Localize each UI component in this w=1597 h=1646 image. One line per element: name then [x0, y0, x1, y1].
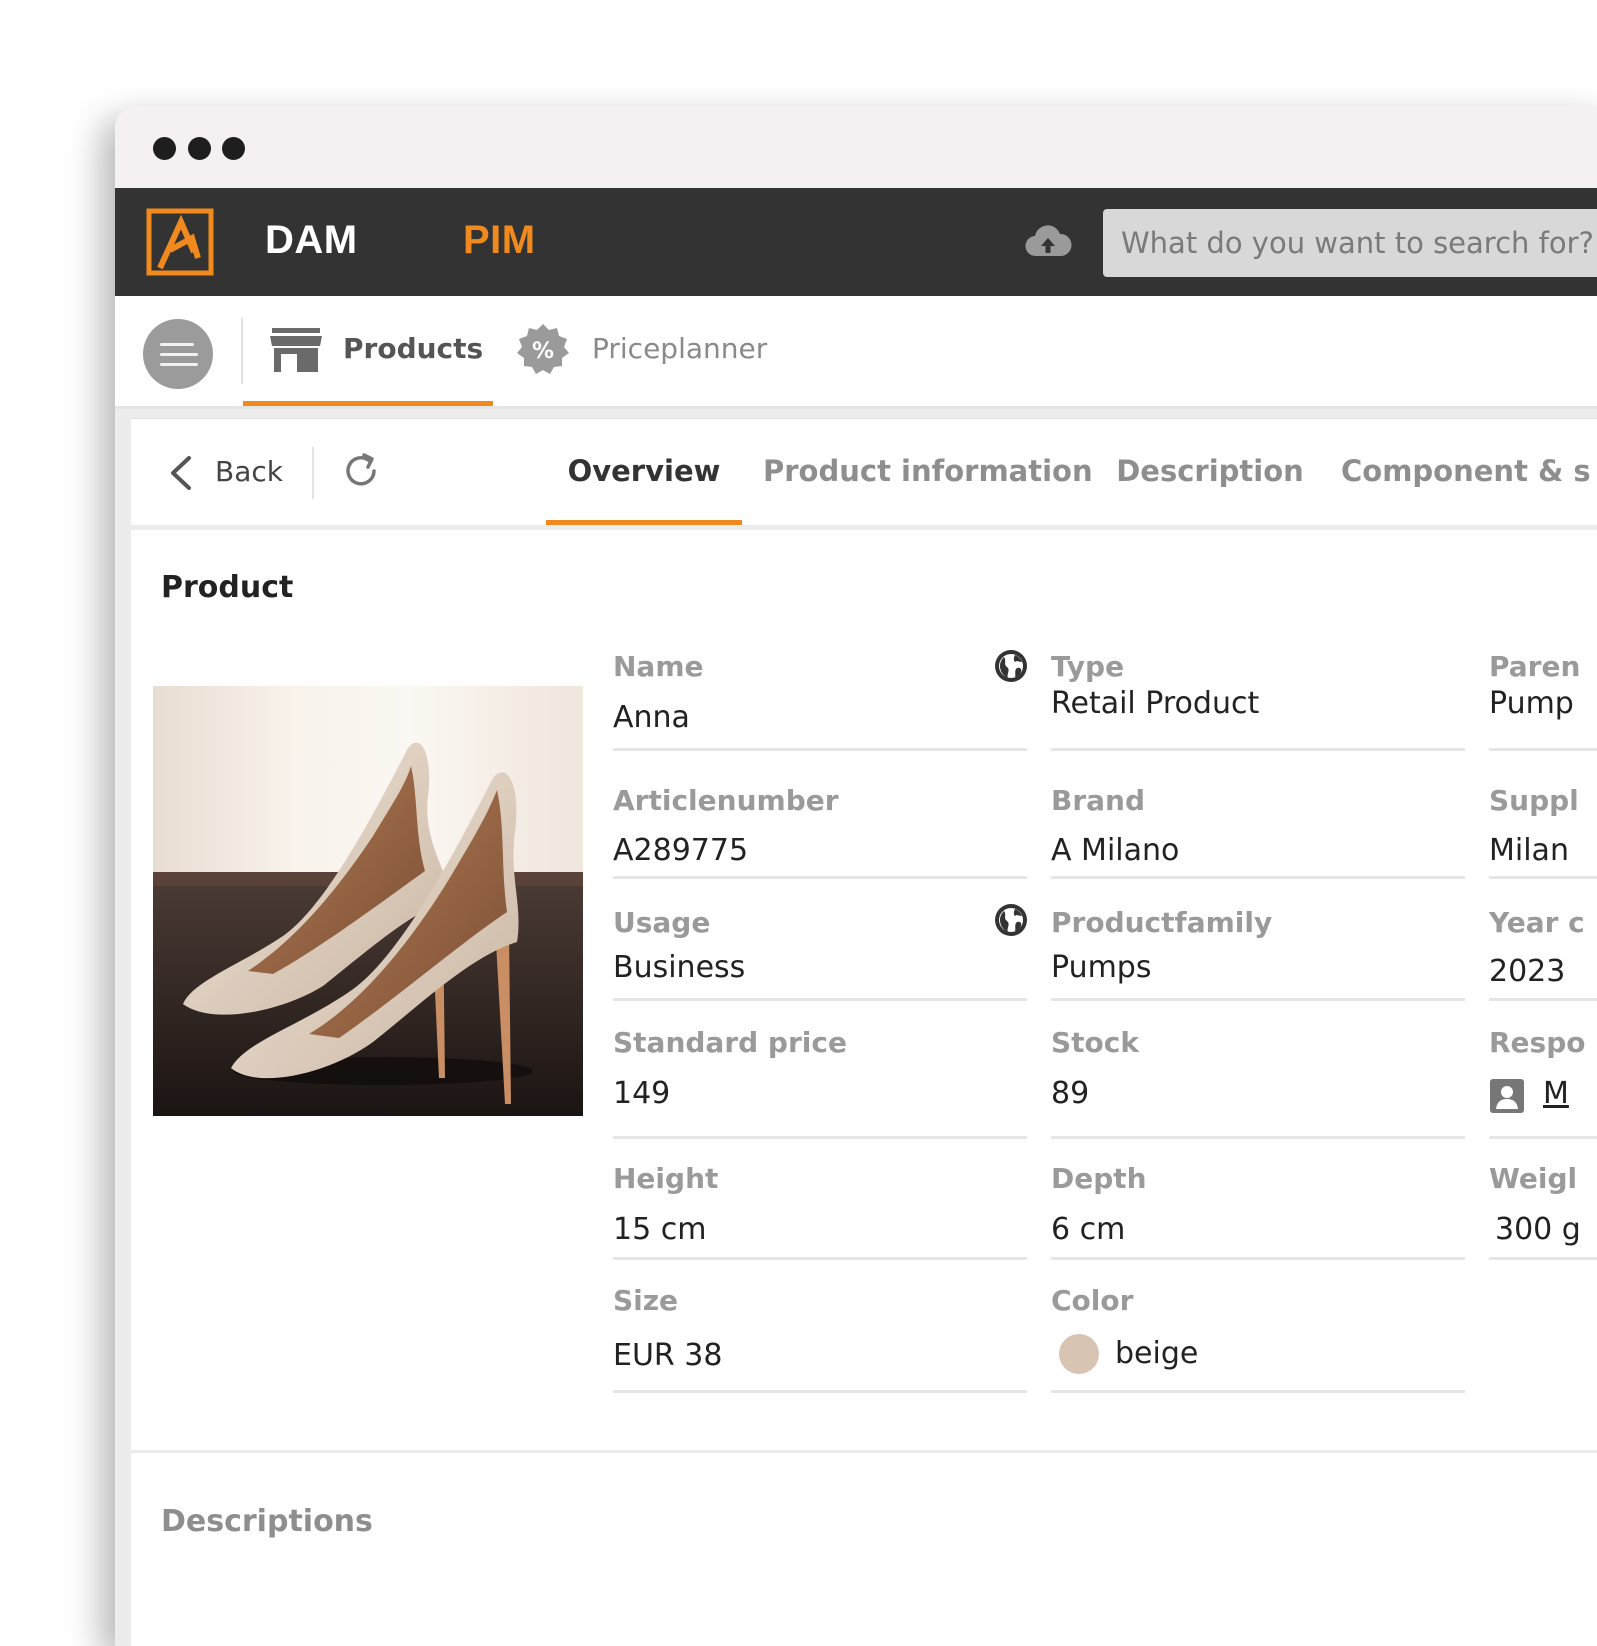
user-icon: [1490, 1079, 1524, 1113]
search-input[interactable]: [1103, 209, 1597, 277]
field-year[interactable]: Year c 2023: [1489, 906, 1597, 1001]
tab-product-information[interactable]: Product information: [763, 419, 1093, 525]
menu-line-1: [160, 343, 194, 346]
active-indicator: [546, 520, 742, 525]
tab-overview-label: Overview: [567, 454, 721, 488]
field-value: Pumps: [1051, 950, 1152, 985]
field-label: Color: [1051, 1284, 1134, 1317]
field-value: A Milano: [1051, 833, 1180, 868]
window-dot-1[interactable]: [153, 137, 176, 160]
field-stock[interactable]: Stock 89: [1051, 1026, 1465, 1139]
field-value: Business: [613, 950, 746, 985]
field-value: 149: [613, 1076, 671, 1111]
field-articlenumber[interactable]: Articlenumber A289775: [613, 784, 1027, 879]
field-supplier[interactable]: Suppl Milan: [1489, 784, 1597, 879]
product-panel: Product Name Anna Articlenumber A289775 …: [131, 530, 1597, 1646]
field-productfamily[interactable]: Productfamily Pumps: [1051, 906, 1465, 1001]
field-label: Articlenumber: [613, 784, 839, 817]
percent-badge-icon: %: [517, 324, 569, 374]
field-value: 2023: [1489, 954, 1566, 989]
store-icon: [270, 328, 322, 372]
section-title-descriptions: Descriptions: [161, 1504, 373, 1539]
field-value: 89: [1051, 1076, 1090, 1111]
field-value: Pump: [1489, 686, 1574, 721]
module-tab-products[interactable]: Products: [243, 296, 493, 406]
window-dot-2[interactable]: [188, 137, 211, 160]
app-logo-icon[interactable]: [146, 208, 214, 276]
field-weight[interactable]: Weigl 300 g: [1489, 1162, 1597, 1260]
nav-dam[interactable]: DAM: [265, 218, 358, 263]
tab-component-label: Component & s: [1341, 454, 1591, 488]
svg-text:%: %: [532, 339, 554, 364]
field-usage[interactable]: Usage Business: [613, 906, 1027, 1001]
field-value: 6 cm: [1051, 1212, 1126, 1247]
field-label: Usage: [613, 906, 711, 939]
top-navigation-bar: DAM PIM: [115, 188, 1597, 296]
cloud-upload-icon[interactable]: [1024, 224, 1072, 260]
globe-icon[interactable]: [993, 902, 1029, 938]
field-label: Depth: [1051, 1162, 1147, 1195]
field-label: Stock: [1051, 1026, 1140, 1059]
back-label: Back: [215, 455, 283, 488]
tab-product-information-label: Product information: [763, 454, 1093, 488]
tab-description[interactable]: Description: [1115, 419, 1305, 525]
active-indicator: [243, 401, 493, 406]
field-responsible[interactable]: Respo M: [1489, 1026, 1597, 1139]
field-value: EUR 38: [613, 1338, 723, 1373]
window-dot-3[interactable]: [222, 137, 245, 160]
color-swatch: [1059, 1334, 1099, 1374]
field-brand[interactable]: Brand A Milano: [1051, 784, 1465, 879]
globe-icon[interactable]: [993, 648, 1029, 684]
module-tab-priceplanner[interactable]: % Priceplanner: [515, 296, 785, 406]
field-label: Size: [613, 1284, 679, 1317]
field-value: Milan: [1489, 833, 1569, 868]
field-label: Suppl: [1489, 784, 1579, 817]
field-value: Retail Product: [1051, 686, 1260, 721]
field-value: A289775: [613, 833, 749, 868]
field-label: Type: [1051, 650, 1125, 683]
field-label: Brand: [1051, 784, 1146, 817]
menu-button[interactable]: [143, 319, 213, 389]
tab-overview[interactable]: Overview: [546, 419, 742, 525]
field-name[interactable]: Name Anna: [613, 650, 1027, 751]
module-bar: Products % Priceplanner: [115, 296, 1597, 409]
section-divider: [131, 1450, 1597, 1453]
field-label: Productfamily: [1051, 906, 1273, 939]
field-parent[interactable]: Paren Pump: [1489, 650, 1597, 751]
field-label: Year c: [1489, 906, 1585, 939]
refresh-icon[interactable]: [341, 451, 381, 491]
product-image[interactable]: [153, 686, 583, 1116]
field-value: Anna: [613, 700, 690, 735]
window-titlebar: [115, 106, 1597, 188]
field-label: Respo: [1489, 1026, 1586, 1059]
divider: [312, 447, 314, 499]
module-label-products: Products: [343, 332, 484, 365]
menu-line-3: [160, 363, 198, 366]
nav-pim[interactable]: PIM: [463, 218, 536, 263]
field-label: Weigl: [1489, 1162, 1578, 1195]
menu-line-2: [160, 353, 198, 356]
field-height[interactable]: Height 15 cm: [613, 1162, 1027, 1260]
app-window: DAM PIM Products %: [115, 106, 1597, 1646]
module-label-priceplanner: Priceplanner: [592, 332, 768, 365]
section-title-product: Product: [161, 570, 294, 605]
field-value: 300 g: [1495, 1212, 1581, 1247]
tab-description-label: Description: [1116, 454, 1304, 488]
field-value: 15 cm: [613, 1212, 707, 1247]
product-tab-bar: Back Overview Product information Descri…: [131, 418, 1597, 525]
field-label: Standard price: [613, 1026, 847, 1059]
field-value: beige: [1115, 1336, 1199, 1371]
responsible-link[interactable]: M: [1543, 1076, 1569, 1111]
field-label: Name: [613, 650, 704, 683]
field-depth[interactable]: Depth 6 cm: [1051, 1162, 1465, 1260]
field-color[interactable]: Color beige: [1051, 1284, 1465, 1393]
field-label: Paren: [1489, 650, 1581, 683]
field-standard-price[interactable]: Standard price 149: [613, 1026, 1027, 1139]
tab-component[interactable]: Component & s: [1341, 419, 1597, 525]
chevron-left-icon: [171, 456, 191, 490]
field-size[interactable]: Size EUR 38: [613, 1284, 1027, 1393]
field-label: Height: [613, 1162, 719, 1195]
field-type[interactable]: Type Retail Product: [1051, 650, 1465, 751]
